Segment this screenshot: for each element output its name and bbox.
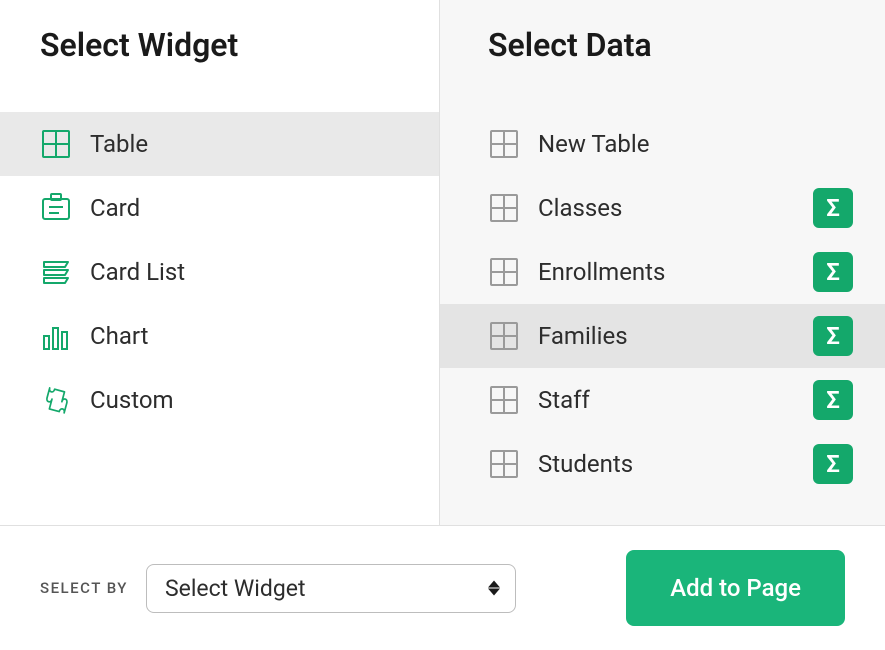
data-panel: Select Data New Table Classes Σ Enrollme…: [440, 0, 885, 525]
card-icon: [40, 192, 72, 224]
card-list-icon: [40, 256, 72, 288]
chart-icon: [40, 320, 72, 352]
data-item-label: Students: [538, 450, 633, 478]
summary-badge[interactable]: Σ: [813, 316, 853, 356]
data-item-students[interactable]: Students Σ: [440, 432, 885, 496]
select-by-wrapper: Select Widget: [146, 564, 516, 613]
table-icon: [488, 320, 520, 352]
widget-item-card-list[interactable]: Card List: [0, 240, 439, 304]
widget-item-label: Custom: [90, 386, 174, 414]
table-icon: [488, 256, 520, 288]
table-icon: [488, 192, 520, 224]
summary-badge[interactable]: Σ: [813, 380, 853, 420]
widget-item-card[interactable]: Card: [0, 176, 439, 240]
add-to-page-button[interactable]: Add to Page: [626, 550, 845, 626]
data-item-staff[interactable]: Staff Σ: [440, 368, 885, 432]
widget-list: Table Card Card List Chart Custom: [0, 112, 439, 432]
data-item-classes[interactable]: Classes Σ: [440, 176, 885, 240]
widget-item-custom[interactable]: Custom: [0, 368, 439, 432]
add-widget-dialog: Select Widget Table Card Card List Chart: [0, 0, 885, 650]
widget-item-label: Chart: [90, 322, 148, 350]
summary-badge[interactable]: Σ: [813, 188, 853, 228]
data-item-new-table[interactable]: New Table: [440, 112, 885, 176]
data-item-label: Enrollments: [538, 258, 665, 286]
widget-item-label: Card: [90, 194, 140, 222]
table-icon: [488, 448, 520, 480]
data-item-label: New Table: [538, 130, 649, 158]
data-panel-title: Select Data: [440, 0, 885, 112]
select-by-label: SELECT BY: [40, 579, 128, 597]
select-by-dropdown[interactable]: Select Widget: [146, 564, 516, 613]
table-icon: [40, 128, 72, 160]
data-list: New Table Classes Σ Enrollments Σ Famili…: [440, 112, 885, 496]
data-item-label: Staff: [538, 386, 590, 414]
table-icon: [488, 384, 520, 416]
summary-badge[interactable]: Σ: [813, 444, 853, 484]
dialog-footer: SELECT BY Select Widget Add to Page: [0, 526, 885, 650]
data-item-enrollments[interactable]: Enrollments Σ: [440, 240, 885, 304]
data-item-label: Families: [538, 322, 628, 350]
widget-item-chart[interactable]: Chart: [0, 304, 439, 368]
widget-panel-title: Select Widget: [0, 0, 439, 112]
widget-item-label: Table: [90, 130, 148, 158]
data-item-families[interactable]: Families Σ: [440, 304, 885, 368]
table-icon: [488, 128, 520, 160]
summary-badge[interactable]: Σ: [813, 252, 853, 292]
main-area: Select Widget Table Card Card List Chart: [0, 0, 885, 526]
data-item-label: Classes: [538, 194, 622, 222]
puzzle-icon: [40, 384, 72, 416]
widget-panel: Select Widget Table Card Card List Chart: [0, 0, 440, 525]
widget-item-label: Card List: [90, 258, 185, 286]
widget-item-table[interactable]: Table: [0, 112, 439, 176]
